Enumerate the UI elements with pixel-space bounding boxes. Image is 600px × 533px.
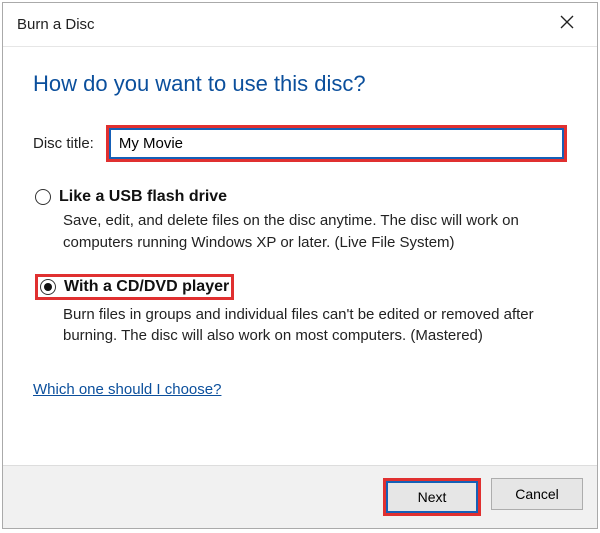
option-usb-title: Like a USB flash drive [59,188,227,206]
option-usb-head[interactable]: Like a USB flash drive [35,188,567,206]
option-cddvd-desc: Burn files in groups and individual file… [35,304,567,348]
close-button[interactable] [545,10,589,40]
dialog-footer: Next Cancel [3,465,597,528]
radio-cddvd[interactable] [40,279,56,295]
next-button-highlight: Next [383,478,481,516]
disc-title-highlight [106,125,567,162]
page-heading: How do you want to use this disc? [33,71,567,97]
option-cddvd-title: With a CD/DVD player [64,278,229,296]
content-area: How do you want to use this disc? Disc t… [3,47,597,465]
radio-usb[interactable] [35,189,51,205]
cancel-button[interactable]: Cancel [491,478,583,510]
disc-title-label: Disc title: [33,135,94,152]
option-usb-desc: Save, edit, and delete files on the disc… [35,210,567,254]
option-usb: Like a USB flash drive Save, edit, and d… [33,188,567,254]
next-button[interactable]: Next [386,481,478,513]
window-title: Burn a Disc [17,16,95,33]
disc-title-row: Disc title: [33,125,567,162]
disc-title-input[interactable] [109,128,564,159]
help-link[interactable]: Which one should I choose? [33,381,221,398]
option-cddvd: With a CD/DVD player Burn files in group… [33,274,567,348]
titlebar: Burn a Disc [3,3,597,47]
close-icon [560,15,574,34]
burn-disc-dialog: Burn a Disc How do you want to use this … [2,2,598,529]
option-cddvd-head[interactable]: With a CD/DVD player [35,274,234,300]
